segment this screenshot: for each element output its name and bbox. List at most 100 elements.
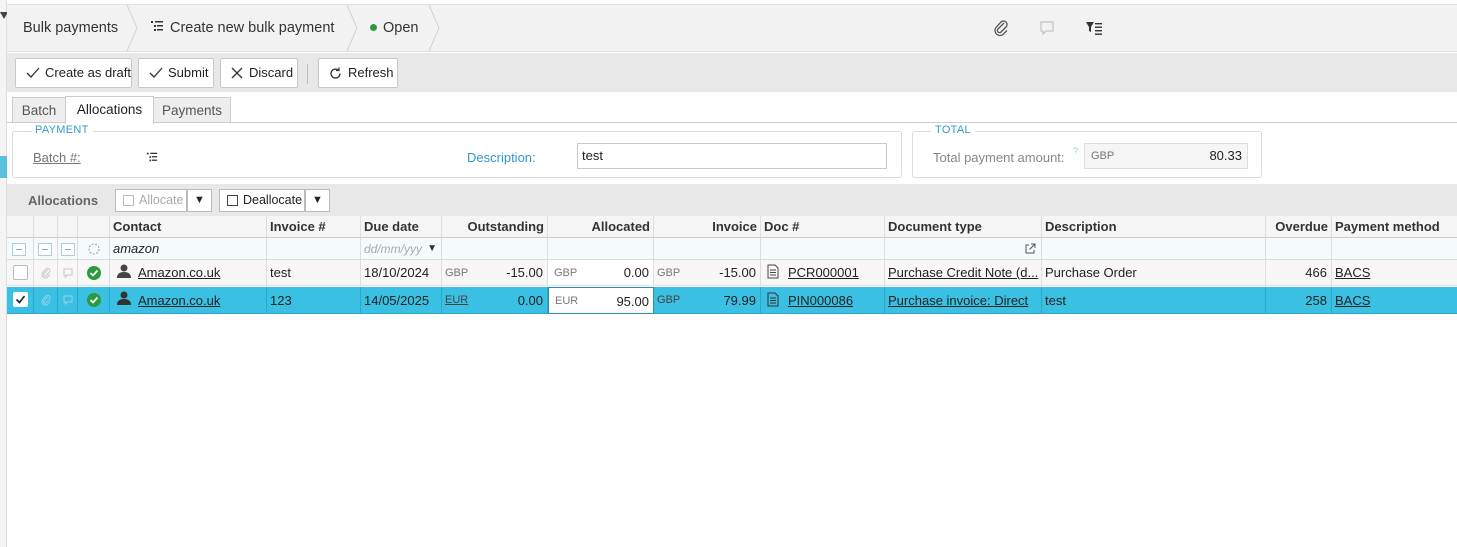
table-row[interactable]: Amazon.co.uk test 18/10/2024 GBP -15.00 G… bbox=[7, 260, 1457, 286]
col-comment bbox=[58, 216, 78, 238]
payment-method-cell[interactable]: BACS bbox=[1332, 260, 1457, 286]
header-invoice[interactable]: Invoice bbox=[654, 216, 761, 238]
filter-select-toggle[interactable] bbox=[7, 238, 34, 260]
allocated-input[interactable]: EUR 95.00 bbox=[548, 287, 654, 314]
due-date-filter-input[interactable]: dd/mm/yyy ▼ bbox=[361, 238, 442, 260]
contact-cell[interactable]: Amazon.co.uk bbox=[110, 287, 267, 314]
table-row[interactable]: Amazon.co.uk 123 14/05/2025 EUR 0.00 EUR 9… bbox=[7, 287, 1457, 314]
outstanding-cell: GBP -15.00 bbox=[442, 260, 548, 286]
paperclip-icon bbox=[41, 267, 51, 279]
contact-cell[interactable]: Amazon.co.uk bbox=[110, 260, 267, 286]
row-comment[interactable] bbox=[58, 260, 78, 286]
payment-method-cell[interactable]: BACS bbox=[1332, 287, 1457, 314]
payment-method-link[interactable]: BACS bbox=[1335, 265, 1370, 280]
discard-button[interactable]: Discard bbox=[220, 58, 298, 88]
due-date-cell: 18/10/2024 bbox=[361, 260, 442, 286]
description-label: Description: bbox=[467, 150, 536, 165]
row-select[interactable] bbox=[7, 260, 34, 286]
header-document-type[interactable]: Document type bbox=[885, 216, 1042, 238]
create-as-draft-button[interactable]: Create as draft bbox=[15, 58, 132, 88]
description-filter[interactable] bbox=[1042, 238, 1266, 260]
left-collapse-strip[interactable] bbox=[0, 0, 8, 547]
tab-bar: Batch Allocations Payments bbox=[7, 92, 1457, 124]
document-type-link[interactable]: Purchase Credit Note (d... bbox=[888, 265, 1038, 280]
document-type-link[interactable]: Purchase invoice: Direct bbox=[888, 293, 1028, 308]
breadcrumb-create-new[interactable]: Create new bulk payment bbox=[150, 5, 334, 51]
person-icon bbox=[117, 264, 131, 278]
invoice-filter[interactable] bbox=[654, 238, 761, 260]
filter-status-toggle[interactable] bbox=[78, 238, 110, 260]
description-input[interactable]: test bbox=[577, 143, 887, 169]
allocated-input[interactable]: GBP 0.00 bbox=[548, 260, 654, 286]
allocations-title: Allocations bbox=[28, 193, 99, 208]
overdue-filter[interactable] bbox=[1266, 238, 1332, 260]
check-circle-icon bbox=[87, 266, 101, 280]
doc-no-filter[interactable] bbox=[761, 238, 885, 260]
filter-attach-toggle[interactable] bbox=[34, 238, 58, 260]
submit-button[interactable]: Submit bbox=[138, 58, 214, 88]
outstanding-filter[interactable] bbox=[442, 238, 548, 260]
allocate-dropdown[interactable]: ▼ bbox=[187, 189, 212, 212]
doc-no-link[interactable]: PCR000001 bbox=[788, 265, 859, 280]
contact-link[interactable]: Amazon.co.uk bbox=[138, 293, 220, 308]
allocated-value: 0.00 bbox=[623, 265, 649, 280]
contact-link[interactable]: Amazon.co.uk bbox=[138, 265, 220, 280]
row-select[interactable] bbox=[7, 287, 34, 314]
comment-icon[interactable] bbox=[1038, 19, 1056, 37]
external-link-icon[interactable] bbox=[1024, 243, 1036, 255]
allocate-button[interactable]: Allocate bbox=[115, 189, 187, 212]
header-due-date[interactable]: Due date bbox=[361, 216, 442, 238]
document-type-cell[interactable]: Purchase invoice: Direct bbox=[885, 287, 1042, 314]
invoice-cell: GBP -15.00 bbox=[654, 260, 761, 286]
deallocate-dropdown[interactable]: ▼ bbox=[305, 189, 330, 212]
row-checkbox-checked[interactable] bbox=[13, 292, 28, 307]
header-invoice-no[interactable]: Invoice # bbox=[267, 216, 361, 238]
header-description[interactable]: Description bbox=[1042, 216, 1266, 238]
filter-comment-toggle[interactable] bbox=[58, 238, 78, 260]
document-type-filter[interactable] bbox=[885, 238, 1042, 260]
header-outstanding[interactable]: Outstanding bbox=[442, 216, 548, 238]
document-type-cell[interactable]: Purchase Credit Note (d... bbox=[885, 260, 1042, 286]
tab-payments[interactable]: Payments bbox=[153, 97, 231, 123]
header-doc-no[interactable]: Doc # bbox=[761, 216, 885, 238]
tab-batch[interactable]: Batch bbox=[12, 97, 66, 123]
chevron-down-icon[interactable]: ▼ bbox=[427, 238, 437, 259]
outstanding-currency[interactable]: EUR bbox=[445, 287, 468, 313]
invoice-cell: GBP 79.99 bbox=[654, 287, 761, 314]
contact-filter-input[interactable]: amazon bbox=[110, 238, 267, 260]
row-attach[interactable] bbox=[34, 260, 58, 286]
paperclip-icon[interactable] bbox=[992, 19, 1010, 37]
header-payment-method[interactable]: Payment method bbox=[1332, 216, 1457, 238]
batch-label[interactable]: Batch #: bbox=[33, 150, 81, 165]
row-checkbox[interactable] bbox=[13, 265, 28, 280]
doc-no-cell[interactable]: PIN000086 bbox=[761, 287, 885, 314]
allocate-label: Allocate bbox=[139, 193, 184, 207]
minus-icon bbox=[61, 243, 75, 256]
payment-method-link[interactable]: BACS bbox=[1335, 293, 1370, 308]
allocated-filter[interactable] bbox=[548, 238, 654, 260]
check-icon bbox=[149, 67, 163, 78]
header-contact[interactable]: Contact bbox=[110, 216, 267, 238]
header-allocated[interactable]: Allocated bbox=[548, 216, 654, 238]
col-attach bbox=[34, 216, 58, 238]
invoice-no-filter[interactable] bbox=[267, 238, 361, 260]
refresh-button[interactable]: Refresh bbox=[318, 58, 398, 88]
deallocate-button[interactable]: Deallocate bbox=[219, 189, 305, 212]
allocations-toolbar: Allocations Allocate ▼ Deallocate ▼ bbox=[7, 184, 1457, 216]
header-overdue[interactable]: Overdue bbox=[1266, 216, 1332, 238]
refresh-label: Refresh bbox=[348, 65, 394, 80]
filter-list-icon[interactable] bbox=[1085, 19, 1103, 37]
payment-method-filter[interactable] bbox=[1332, 238, 1457, 260]
allocated-value: 95.00 bbox=[616, 294, 649, 309]
list-icon[interactable] bbox=[146, 151, 158, 163]
doc-no-cell[interactable]: PCR000001 bbox=[761, 260, 885, 286]
chevron-down-icon: ▼ bbox=[194, 194, 205, 206]
breadcrumb-bulk-payments[interactable]: Bulk payments bbox=[23, 5, 118, 51]
help-icon[interactable]: ? bbox=[1073, 146, 1078, 156]
doc-no-link[interactable]: PIN000086 bbox=[788, 293, 853, 308]
row-attach[interactable] bbox=[34, 287, 58, 314]
tab-allocations[interactable]: Allocations bbox=[65, 96, 154, 124]
breadcrumb-create-label: Create new bulk payment bbox=[170, 20, 335, 36]
close-icon bbox=[231, 67, 243, 79]
row-comment[interactable] bbox=[58, 287, 78, 314]
